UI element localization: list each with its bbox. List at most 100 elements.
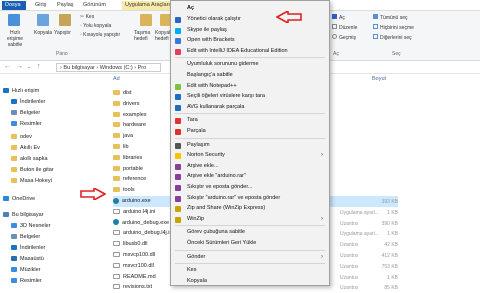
forward-arrow-icon[interactable]: → [16,63,23,70]
menu-item[interactable]: Sıkıştır "arduino.rar" ve eposta gönder [171,193,329,204]
back-arrow-icon[interactable]: ← [4,63,11,70]
copy-icon[interactable] [37,14,49,26]
sidebar-item[interactable]: akıllı sapka [11,154,48,165]
file-name: arduino_debug.l4j.ini [123,230,174,237]
file-row[interactable]: hardware [113,120,175,131]
sidebar-item[interactable]: İndirilenler [11,97,45,108]
copy-button[interactable]: Kopyala [34,30,52,36]
sidebar-item[interactable]: 3D Nesneler [11,221,51,232]
file-row[interactable]: tools [113,185,175,196]
open-button[interactable]: Aç [332,14,345,21]
file-row[interactable]: arduino_debug.exe [113,218,175,229]
sidebar-item[interactable]: Müzikler [11,265,40,276]
column-header-name[interactable]: Ad [113,76,120,82]
menu-item[interactable]: Görev çubuğuna sabitle [171,227,329,238]
menu-item[interactable]: Norton Security › [171,150,329,161]
history-button[interactable]: Geçmiş [332,34,356,41]
sidebar-item[interactable]: Hızlı erişim [3,86,39,97]
file-row[interactable]: libraries [113,153,175,164]
sidebar-item[interactable]: Resimler [11,119,42,130]
paste-button[interactable]: Yapıştır [54,30,71,36]
paste-shortcut-button[interactable]: ▫ Kısayolu yapıştır [80,32,120,38]
file-row[interactable]: msvcr100.dll [113,261,175,272]
edit-button[interactable]: Düzenle [332,24,357,31]
pin-icon[interactable] [8,14,20,26]
menu-item[interactable]: Gönder › [171,252,329,263]
sidebar-item[interactable]: Belgeler [11,232,40,243]
menu-item[interactable]: Sıkıştır ve eposta gönder... [171,182,329,193]
menu-item[interactable]: Skype ile paylaş [171,25,329,36]
paste-icon[interactable] [59,14,71,26]
menu-item[interactable]: Zip and Share (WinZip Express) [171,203,329,214]
file-row[interactable]: examples [113,110,175,121]
menu-item[interactable]: Tara [171,115,329,126]
sidebar-item[interactable]: Resimler [11,276,42,287]
tab-file[interactable]: Dosya [2,1,26,10]
file-row[interactable]: revisions.txt [113,282,175,293]
tab-app-tools[interactable]: Uygulama Araçları [122,1,170,10]
menu-item-label: Zip and Share (WinZip Express) [187,205,266,212]
sidebar-item[interactable]: Buton ile gitar [11,165,54,176]
menu-item[interactable]: Yönetici olarak çalıştır [171,14,329,25]
file-icon [113,262,120,268]
skype-icon [175,27,181,34]
menu-item[interactable]: Open with Brackets [171,35,329,46]
file-name: dist [123,90,132,96]
menu-item-label: Gönder [187,253,206,260]
sidebar-item[interactable]: İndirilenler [11,243,45,254]
file-row[interactable]: java [113,131,175,142]
menu-item-label: Paylaşım [187,141,210,148]
cut-button[interactable]: ✂ Kes [80,14,94,20]
menu-item[interactable]: Kopyala [171,276,329,287]
menu-item[interactable]: Önceki Sürümleri Geri Yükle [171,238,329,249]
menu-item[interactable]: Edit with IntelliJ IDEA Educational Edit… [171,46,329,57]
menu-item[interactable]: Arşive ekle... [171,161,329,172]
column-header-size[interactable]: Boyut [372,76,386,82]
sidebar-item[interactable]: Akıllı Ev [11,143,40,154]
tab-share[interactable]: Paylaş [54,1,77,10]
sidebar-item[interactable]: OneDrive [3,194,35,205]
menu-item[interactable]: Seçili öğeleri virüslere karşı tara [171,91,329,102]
file-row[interactable]: arduino_debug.l4j.ini [113,228,175,239]
address-bar[interactable]: › Bu bilgisayar › Windows (C:) › Pro [56,63,161,72]
sidebar-item[interactable]: Masaüstü [11,254,44,265]
select-none-button[interactable]: Hiçbirini seçme [373,24,414,31]
file-row[interactable]: arduino.l4j.ini [113,207,175,218]
menu-item[interactable]: WinZip › [171,214,329,225]
menu-item[interactable]: AVG kullanarak parçala [171,102,329,113]
pin-quick-access-button[interactable]: Hızlı erişime sabitle [2,30,28,48]
menu-item[interactable]: Uyumluluk sorununu giderme [171,59,329,70]
invert-selection-button[interactable]: Diğerlerini seç [373,34,412,41]
menu-item[interactable]: Arşive ekle "arduino.rar" [171,171,329,182]
tab-home[interactable]: Giriş [32,1,49,10]
move-to-button[interactable]: Taşıma hedefi [134,30,154,42]
menu-item[interactable]: Paylaşım [171,140,329,151]
sidebar-item[interactable]: Masa Hokeyi [11,176,52,187]
select-all-button[interactable]: Tümünü seç [373,14,408,21]
recent-dropdown-icon[interactable]: ⌄ [27,64,31,70]
menu-item-open[interactable]: Aç [171,3,329,14]
file-row[interactable]: portable [113,164,175,175]
file-row[interactable]: libusb0.dll [113,239,175,250]
move-to-icon[interactable] [140,14,152,26]
copy-path-button[interactable]: ▫ Yolu kopyala [80,23,111,29]
up-arrow-icon[interactable]: ↑ [37,63,41,70]
file-type: Uzantısı [340,242,359,249]
sidebar-item-label: İndirilenler [20,99,46,105]
menu-item[interactable]: Başlangıç'a sabitle [171,70,329,81]
norton-icon [175,153,181,160]
menu-item[interactable]: Parçala [171,126,329,137]
file-row[interactable]: reference [113,174,175,185]
file-size: 1 KB [387,274,398,281]
tab-view[interactable]: Görünüm [80,1,109,10]
sidebar-item[interactable]: Bu bilgisayar [3,210,44,221]
sidebar-item[interactable]: odev [11,132,32,143]
file-row[interactable]: README.md [113,272,175,283]
sidebar-item[interactable]: Belgeler [11,108,40,119]
file-row[interactable]: lib [113,142,175,153]
menu-item[interactable]: Edit with Notepad++ [171,81,329,92]
file-row[interactable]: drivers [113,99,175,110]
file-row[interactable]: dist [113,88,175,99]
menu-item[interactable]: Kes [171,265,329,276]
file-row[interactable]: msvcp100.dll [113,250,175,261]
